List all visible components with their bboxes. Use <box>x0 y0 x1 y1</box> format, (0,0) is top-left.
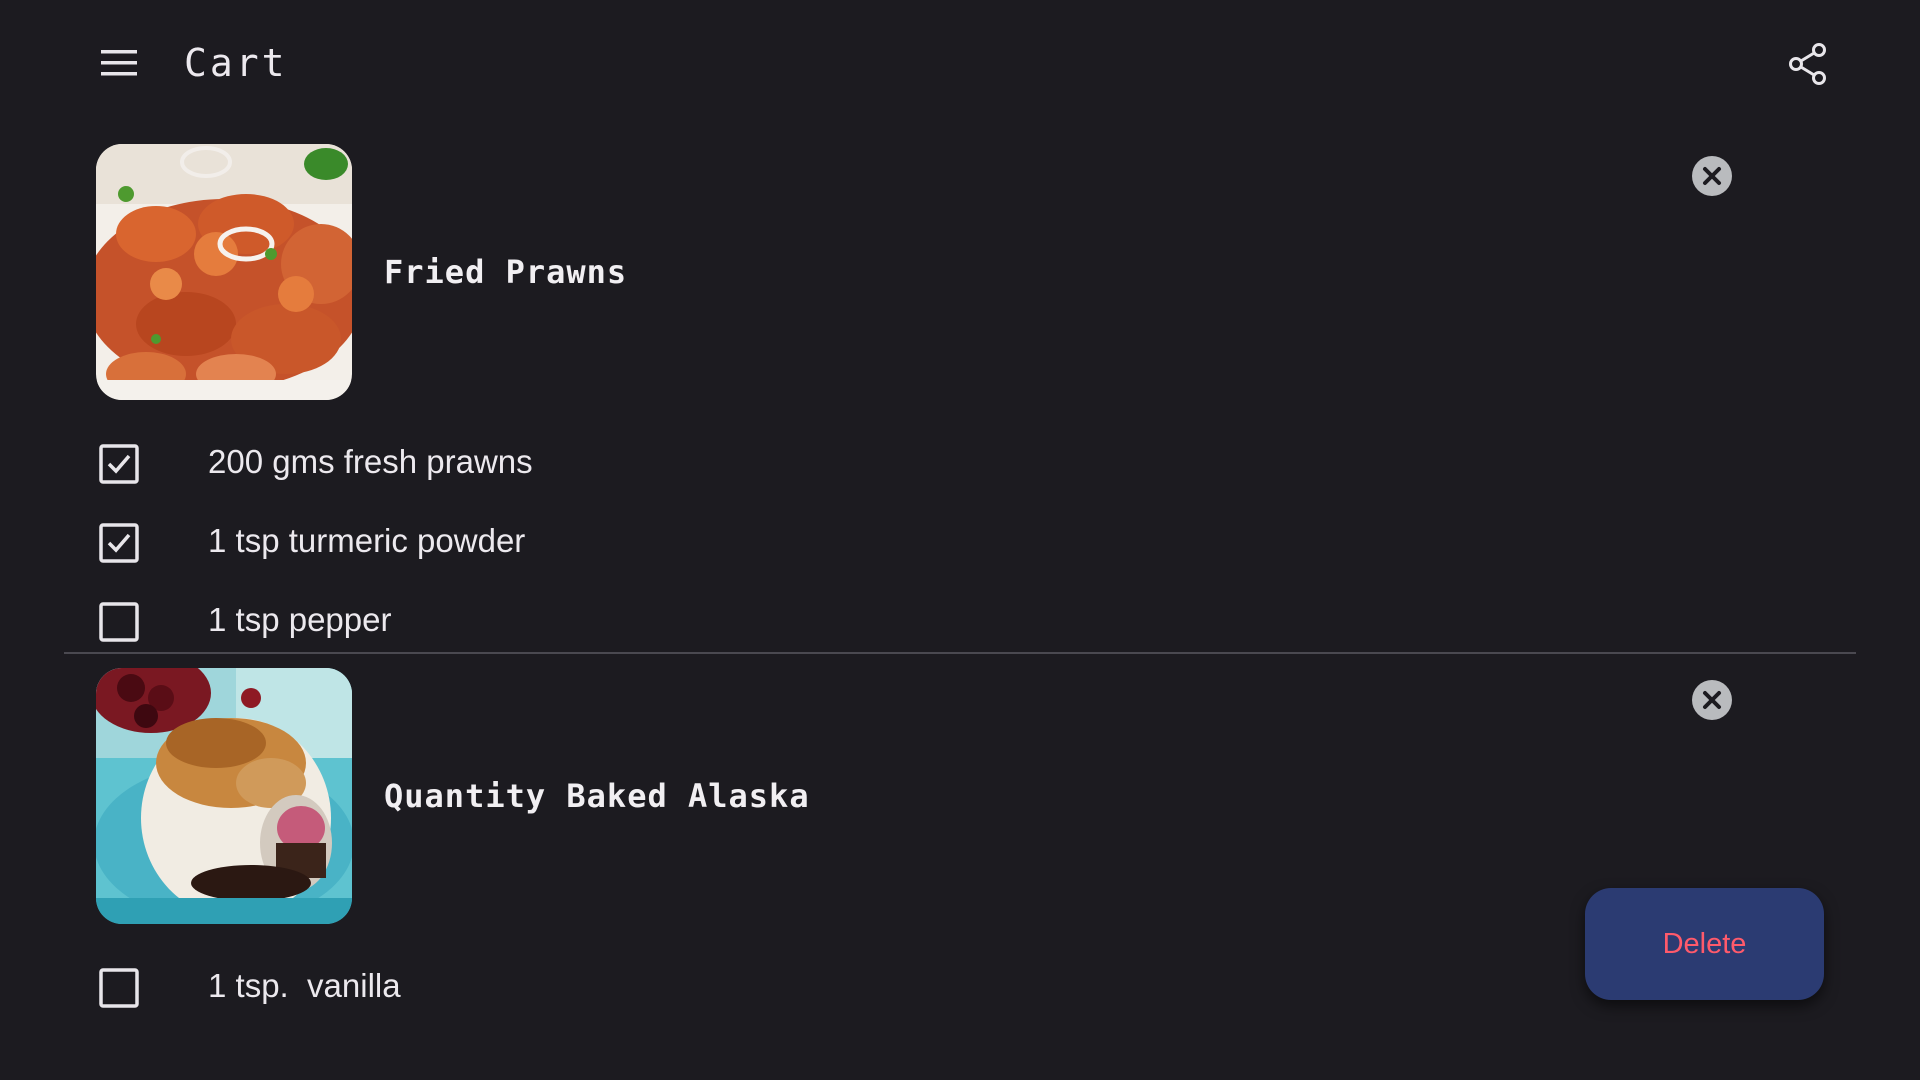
cart-screen: Cart Fried Prawns 200 gms fresh prawns 1… <box>0 0 1920 1080</box>
ingredient-item: 200 gms fresh prawns <box>0 426 1920 505</box>
ingredient-label: 200 gms fresh prawns <box>208 443 533 480</box>
delete-button-label: Delete <box>1662 927 1747 960</box>
checkbox-checked[interactable] <box>99 444 139 484</box>
page-title: Cart <box>184 41 288 85</box>
divider <box>64 652 1856 654</box>
delete-button[interactable]: Delete <box>1585 888 1824 1000</box>
ingredient-list: 200 gms fresh prawns 1 tsp turmeric powd… <box>0 426 1920 663</box>
recipe-card: Fried Prawns 200 gms fresh prawns 1 tsp … <box>0 140 1920 653</box>
checkbox-checked[interactable] <box>99 523 139 563</box>
hamburger-menu-icon[interactable] <box>96 44 144 84</box>
recipe-title: Fried Prawns <box>384 253 628 291</box>
ingredient-label: 1 tsp pepper <box>208 601 392 638</box>
close-circle-icon[interactable] <box>1692 156 1732 196</box>
close-circle-icon[interactable] <box>1692 680 1732 720</box>
share-icon[interactable] <box>1784 40 1832 88</box>
checkbox-unchecked[interactable] <box>99 968 139 1008</box>
recipe-title: Quantity Baked Alaska <box>384 777 810 815</box>
ingredient-label: 1 tsp turmeric powder <box>208 522 526 559</box>
top-app-bar: Cart <box>0 0 1920 128</box>
checkbox-unchecked[interactable] <box>99 602 139 642</box>
ingredient-item: 1 tsp turmeric powder <box>0 505 1920 584</box>
ingredient-label: 1 tsp. vanilla <box>208 967 401 1004</box>
fried-prawns-photo[interactable] <box>96 144 352 400</box>
baked-alaska-photo[interactable] <box>96 668 352 924</box>
